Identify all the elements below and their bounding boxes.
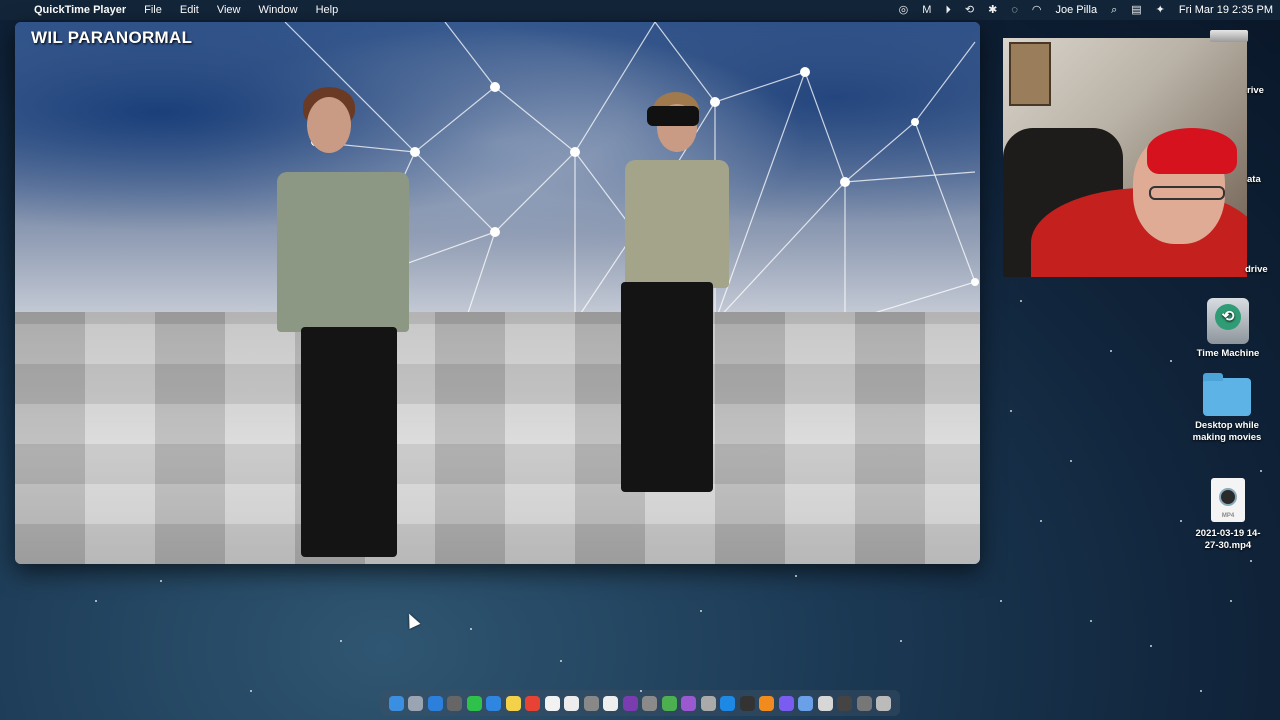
- star: [340, 640, 342, 642]
- time-machine-disk-icon: ⟲: [1207, 298, 1249, 344]
- mp4-file-icon: MP4: [1211, 478, 1245, 522]
- hologram-woman: [273, 87, 423, 564]
- messenger-icon[interactable]: [778, 695, 794, 711]
- menu-help[interactable]: Help: [307, 0, 348, 20]
- wall-picture: [1009, 42, 1051, 106]
- launchpad-icon[interactable]: [408, 695, 424, 711]
- wifi-icon[interactable]: ◠: [1025, 0, 1049, 20]
- menu-bar-status: ◎ M ⏵ ⟲ ✱ ◌ ◠ Joe Pilla ⌕ ▤ ✦ Fri Mar 19…: [892, 0, 1280, 20]
- star: [1260, 470, 1262, 472]
- star: [1000, 600, 1002, 602]
- preview-icon[interactable]: [661, 695, 677, 711]
- archive-icon[interactable]: [700, 695, 716, 711]
- desktop-item-label: Desktop while making movies: [1192, 420, 1262, 443]
- menu-window[interactable]: Window: [249, 0, 306, 20]
- chrome-icon[interactable]: [525, 695, 541, 711]
- malwarebytes-icon[interactable]: M: [915, 0, 938, 20]
- star: [470, 628, 472, 630]
- desktop-item-folder[interactable]: Desktop while making movies: [1182, 373, 1272, 444]
- network-graphic: [284, 22, 979, 324]
- clock-icon[interactable]: [739, 695, 755, 711]
- reminders-icon[interactable]: [564, 695, 580, 711]
- finder-icon[interactable]: [388, 695, 404, 711]
- folder-icon: [1203, 373, 1251, 416]
- menu-bar-left: QuickTime Player File Edit View Window H…: [0, 0, 347, 20]
- menu-edit[interactable]: Edit: [171, 0, 208, 20]
- star: [160, 580, 162, 582]
- star: [900, 640, 902, 642]
- textedit-icon[interactable]: [603, 695, 619, 711]
- star: [640, 690, 642, 692]
- safari-icon[interactable]: [427, 695, 443, 711]
- glasses: [1149, 186, 1225, 200]
- star: [1070, 460, 1072, 462]
- bluetooth-icon[interactable]: ✱: [981, 0, 1004, 20]
- woman-with-headset: [595, 92, 735, 497]
- clock-datetime[interactable]: Fri Mar 19 2:35 PM: [1172, 0, 1280, 20]
- user-name[interactable]: Joe Pilla: [1048, 0, 1104, 20]
- calculator-icon[interactable]: [583, 695, 599, 711]
- play-icon[interactable]: ⏵: [938, 0, 958, 20]
- system-prefs-icon[interactable]: [642, 695, 658, 711]
- desktop-item-time-machine[interactable]: ⟲ Time Machine: [1183, 298, 1273, 359]
- dock-misc-icon[interactable]: [856, 695, 872, 711]
- notes-icon[interactable]: [505, 695, 521, 711]
- photo-booth-icon[interactable]: [622, 695, 638, 711]
- menu-file[interactable]: File: [135, 0, 171, 20]
- star: [795, 575, 797, 577]
- vlc-icon[interactable]: [759, 695, 775, 711]
- star: [1020, 300, 1022, 302]
- star: [1250, 560, 1252, 562]
- calendar-icon[interactable]: [544, 695, 560, 711]
- menu-view[interactable]: View: [208, 0, 250, 20]
- folder-icon[interactable]: [817, 695, 833, 711]
- star: [95, 600, 97, 602]
- star: [1150, 645, 1152, 647]
- control-center-icon[interactable]: ▤: [1124, 0, 1148, 20]
- video-watermark: WIL PARANORMAL: [31, 28, 193, 47]
- desktop-item-mp4[interactable]: MP4 2021-03-19 14-27-30.mp4: [1183, 478, 1273, 552]
- desktop-label-drive-2[interactable]: drive: [1245, 264, 1268, 275]
- messages-icon[interactable]: [466, 695, 482, 711]
- airdrop-icon[interactable]: ◌: [1004, 0, 1025, 20]
- display-icon[interactable]: [837, 695, 853, 711]
- star: [1010, 410, 1012, 412]
- creative-cloud-icon[interactable]: ◎: [892, 0, 916, 20]
- mouse-cursor-icon: [403, 611, 421, 629]
- star: [700, 610, 702, 612]
- dock: [380, 690, 900, 716]
- quicktime-icon[interactable]: [720, 695, 736, 711]
- star: [560, 660, 562, 662]
- external-drive-icon[interactable]: [1210, 30, 1248, 42]
- desktop-label-drive[interactable]: rive: [1247, 85, 1264, 96]
- time-machine-icon[interactable]: ⟲: [958, 0, 981, 20]
- quicktime-video-window[interactable]: WIL PARANORMAL: [15, 22, 980, 564]
- star: [1110, 350, 1112, 352]
- webcam-overlay: [1003, 38, 1247, 277]
- siri-icon[interactable]: ✦: [1149, 0, 1172, 20]
- trash-icon[interactable]: [876, 695, 892, 711]
- menu-bar: QuickTime Player File Edit View Window H…: [0, 0, 1280, 20]
- star: [1170, 360, 1172, 362]
- mail-icon[interactable]: [486, 695, 502, 711]
- desktop-item-label: 2021-03-19 14-27-30.mp4: [1195, 528, 1261, 551]
- star: [250, 690, 252, 692]
- star: [1180, 520, 1182, 522]
- star: [1040, 520, 1042, 522]
- podcasts-icon[interactable]: [681, 695, 697, 711]
- star: [1230, 600, 1232, 602]
- screen-share-icon[interactable]: [798, 695, 814, 711]
- checkered-floor: [15, 312, 980, 564]
- desktop-item-label: Time Machine: [1196, 348, 1260, 359]
- desktop-label-data[interactable]: ata: [1247, 174, 1261, 185]
- search-icon[interactable]: ⌕: [1104, 0, 1124, 20]
- app-menu[interactable]: QuickTime Player: [25, 0, 135, 20]
- star: [1090, 620, 1092, 622]
- red-cap: [1147, 128, 1237, 174]
- screenshot-icon[interactable]: [447, 695, 463, 711]
- star: [1200, 690, 1202, 692]
